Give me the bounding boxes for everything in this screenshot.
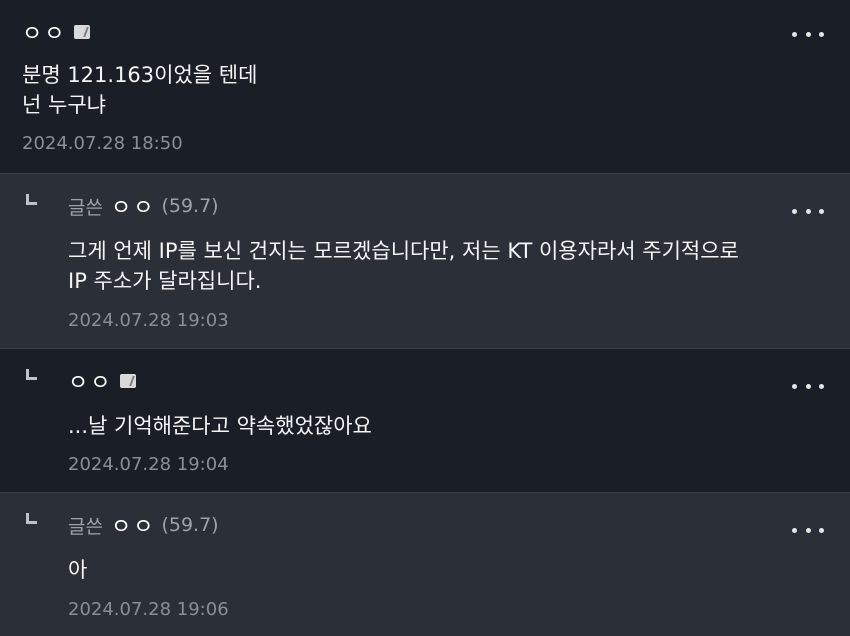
comment-header: 글쓴 ㅇㅇ (59.7) (68, 190, 219, 222)
fixed-nickname-badge-icon (120, 374, 137, 388)
fixed-nickname-badge-icon (74, 25, 91, 39)
comment-nickname[interactable]: ㅇㅇ (111, 509, 155, 541)
more-options-icon[interactable] (792, 30, 824, 38)
comment-text: 그게 언제 IP를 보신 건지는 모르겠습니다만, 저는 KT 이용자라서 주기… (68, 239, 739, 293)
reply-arrow-icon (26, 194, 37, 205)
reply-item: 글쓴 ㅇㅇ (59.7) 아 2024.07.28 19:06 (0, 492, 850, 636)
comment-date: 2024.07.28 19:03 (68, 310, 229, 331)
more-options-icon[interactable] (792, 207, 824, 215)
comment-ip: (59.7) (161, 195, 219, 217)
comment-nickname[interactable]: ㅇㅇ (22, 16, 66, 48)
writer-tag: 글쓴 (68, 196, 103, 219)
reply-item: 글쓴 ㅇㅇ (59.7) 그게 언제 IP를 보신 건지는 모르겠습니다만, 저… (0, 173, 850, 348)
comment-header: ㅇㅇ (22, 16, 91, 48)
comment-item: ㅇㅇ 분명 121.163이었을 텐데 넌 누구냐 2024.07.28 18:… (0, 0, 850, 173)
comment-nickname[interactable]: ㅇㅇ (111, 190, 155, 222)
reply-arrow-icon (26, 513, 37, 524)
comment-date: 2024.07.28 19:06 (68, 599, 229, 620)
comment-ip: (59.7) (161, 514, 219, 536)
writer-tag: 글쓴 (68, 515, 103, 538)
reply-item: ㅇㅇ ...날 기억해준다고 약속했었잖아요 2024.07.28 19:04 (0, 348, 850, 492)
comment-text: 아 (68, 558, 88, 582)
comment-nickname[interactable]: ㅇㅇ (68, 365, 112, 397)
more-options-icon[interactable] (792, 526, 824, 534)
more-options-icon[interactable] (792, 382, 824, 390)
reply-arrow-icon (26, 369, 37, 380)
comment-header: 글쓴 ㅇㅇ (59.7) (68, 509, 219, 541)
comment-text: 분명 121.163이었을 텐데 넌 누구냐 (22, 63, 258, 117)
comment-header: ㅇㅇ (68, 365, 137, 397)
comment-date: 2024.07.28 18:50 (22, 133, 183, 154)
comment-date: 2024.07.28 19:04 (68, 454, 229, 475)
comment-text: ...날 기억해준다고 약속했었잖아요 (68, 414, 372, 438)
